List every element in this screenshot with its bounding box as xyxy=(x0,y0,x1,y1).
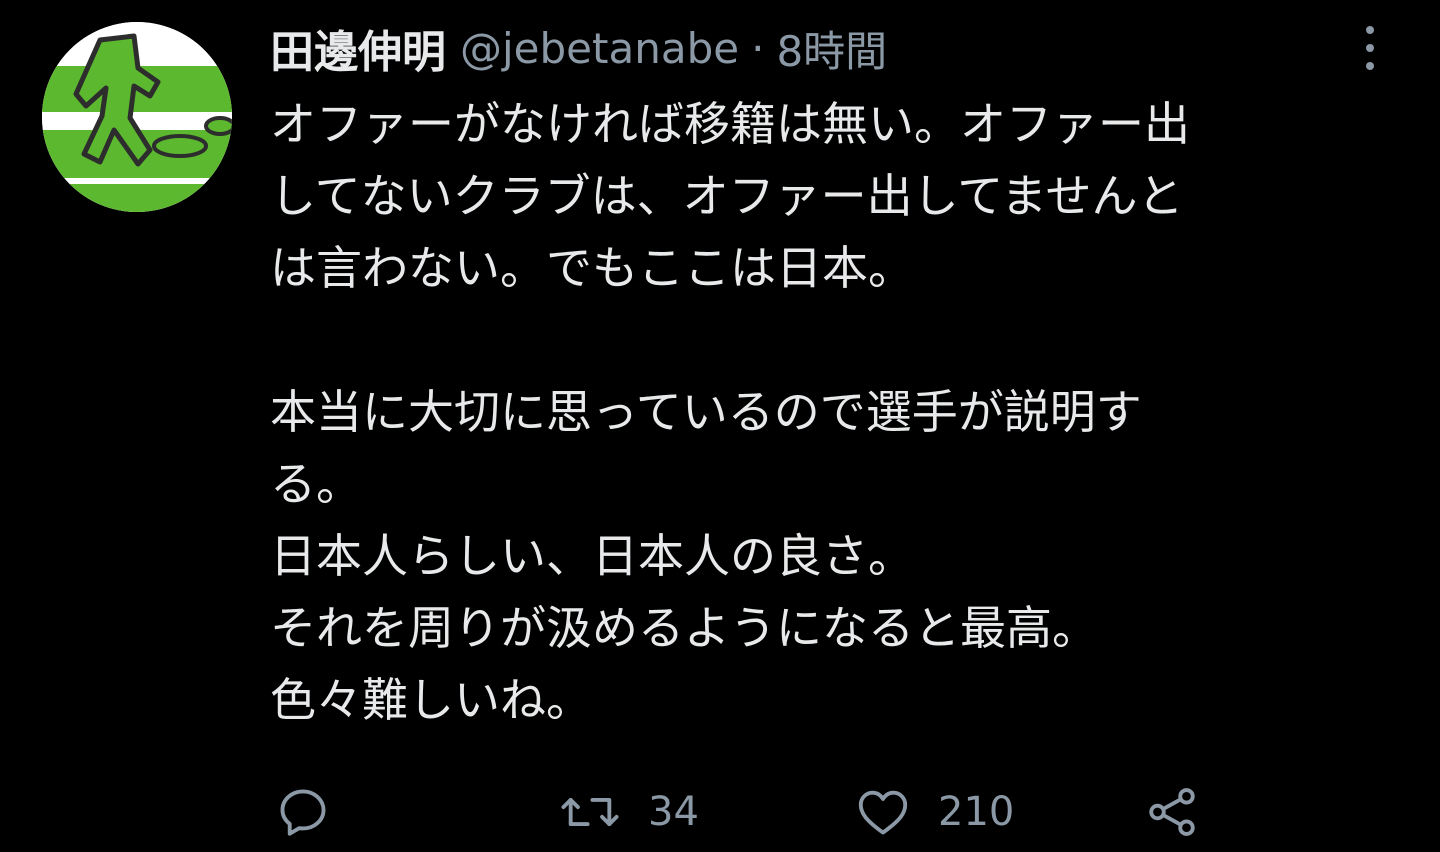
more-dot xyxy=(1366,26,1374,34)
share-button[interactable] xyxy=(1142,782,1228,842)
like-count: 210 xyxy=(938,789,1015,835)
more-options-icon[interactable] xyxy=(1352,26,1388,70)
tweet-text-line: 色々難しいね。 xyxy=(270,673,592,727)
tweet-text-line: してないクラブは、オファー出してませんと xyxy=(270,169,1184,223)
tweet-text-line xyxy=(270,304,1400,376)
heart-icon xyxy=(858,790,908,835)
header-separator: · xyxy=(751,23,765,73)
author-display-name[interactable]: 田邊伸明 xyxy=(270,16,446,80)
tweet-actions: 34 210 xyxy=(270,782,1270,842)
tweet-text-line: る。 xyxy=(270,457,362,511)
more-dot xyxy=(1366,62,1374,70)
tweet-timestamp[interactable]: 8時間 xyxy=(776,18,887,79)
tweet-text-line: 日本人らしい、日本人の良さ。 xyxy=(270,529,914,583)
author-handle[interactable]: @jebetanabe xyxy=(460,24,739,73)
tweet-text-line: 本当に大切に思っているので選手が説明す xyxy=(270,385,1142,439)
tweet-text-line: は言わない。でもここは日本。 xyxy=(270,241,914,295)
reply-button[interactable] xyxy=(274,782,358,842)
share-icon xyxy=(1149,788,1195,836)
retweet-count: 34 xyxy=(648,789,699,835)
tweet-header: 田邊伸明 @jebetanabe · 8時間 xyxy=(270,16,887,80)
like-button[interactable]: 210 xyxy=(854,782,1014,842)
retweet-icon xyxy=(561,797,619,827)
running-figure-logo-icon xyxy=(42,22,232,212)
tweet-text-line: それを周りが汲めるようになると最高。 xyxy=(270,601,1098,655)
reply-icon xyxy=(280,789,326,836)
tweet-text-line: オファーがなければ移籍は無い。オファー出 xyxy=(270,97,1190,151)
retweet-button[interactable]: 34 xyxy=(558,782,699,842)
tweet-text: オファーがなければ移籍は無い。オファー出 してないクラブは、オファー出してません… xyxy=(270,88,1400,736)
tweet[interactable]: 田邊伸明 @jebetanabe · 8時間 オファーがなければ移籍は無い。オフ… xyxy=(0,0,1440,852)
avatar[interactable] xyxy=(42,22,232,212)
more-dot xyxy=(1366,44,1374,52)
